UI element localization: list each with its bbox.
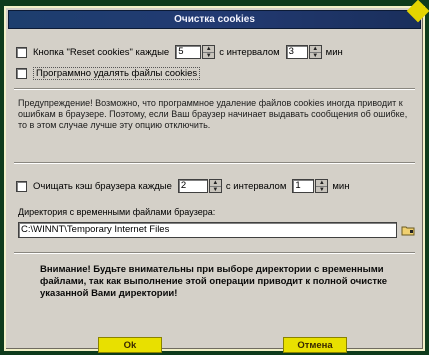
folder-browse-icon[interactable] <box>399 222 417 238</box>
cookie-cleanup-dialog: Очистка cookies Кнопка "Reset cookies" к… <box>4 0 429 351</box>
dialog-title: Очистка cookies <box>174 14 255 25</box>
clear-cache-label: Очищать кэш браузера каждые <box>33 180 172 192</box>
cache-dir-label: Директория с временными файлами браузера… <box>18 207 216 217</box>
reset-every-input[interactable]: 5 <box>175 45 202 59</box>
notice-text: Предупреждение! Возможно, что программно… <box>18 98 408 130</box>
cache-dir-input[interactable]: C:\WINNT\Temporary Internet Files <box>18 222 397 238</box>
corner-marker-icon <box>406 0 429 23</box>
delete-cookies-checkbox[interactable] <box>16 68 27 79</box>
spinner-arrows-icon[interactable]: ▲ ▼ <box>202 45 216 59</box>
delete-cookies-row: Программно удалять файлы cookies <box>16 67 201 80</box>
cache-dir-row: C:\WINNT\Temporary Internet Files <box>18 222 417 238</box>
divider <box>14 88 415 90</box>
clear-cache-row: Очищать кэш браузера каждые 2 ▲ ▼ с интер… <box>16 179 349 193</box>
spinner-arrows-icon[interactable]: ▲ ▼ <box>308 45 322 59</box>
reset-cookies-row: Кнопка "Reset cookies" каждые 5 ▲ ▼ с инт… <box>16 45 343 59</box>
divider <box>14 252 415 254</box>
reset-interval-label: с интервалом <box>219 46 280 58</box>
delete-cookies-label: Программно удалять файлы cookies <box>33 67 201 80</box>
clear-cache-checkbox[interactable] <box>16 180 27 192</box>
reset-cookies-checkbox[interactable] <box>16 46 27 58</box>
warning-text: Внимание! Будьте внимательны при выборе … <box>40 264 388 299</box>
spinner-arrows-icon[interactable]: ▲ ▼ <box>208 179 222 193</box>
title-bar: Очистка cookies <box>8 0 429 29</box>
cache-interval-label: с интервалом <box>225 180 287 192</box>
divider <box>14 162 415 164</box>
cache-unit-label: мин <box>332 180 350 192</box>
reset-unit-label: мин <box>325 46 343 58</box>
spinner-arrows-icon[interactable]: ▲ ▼ <box>315 179 329 193</box>
cache-every-input[interactable]: 2 <box>177 179 208 193</box>
reset-cookies-label: Кнопка "Reset cookies" каждые <box>33 46 170 58</box>
cache-interval-input[interactable]: 1 <box>292 179 315 193</box>
reset-interval-input[interactable]: 3 <box>285 45 308 59</box>
cancel-button[interactable]: Отмена <box>283 337 347 353</box>
cache-dir-label-row: Директория с временными файлами браузера… <box>18 207 215 217</box>
ok-button[interactable]: Ok <box>98 337 162 353</box>
